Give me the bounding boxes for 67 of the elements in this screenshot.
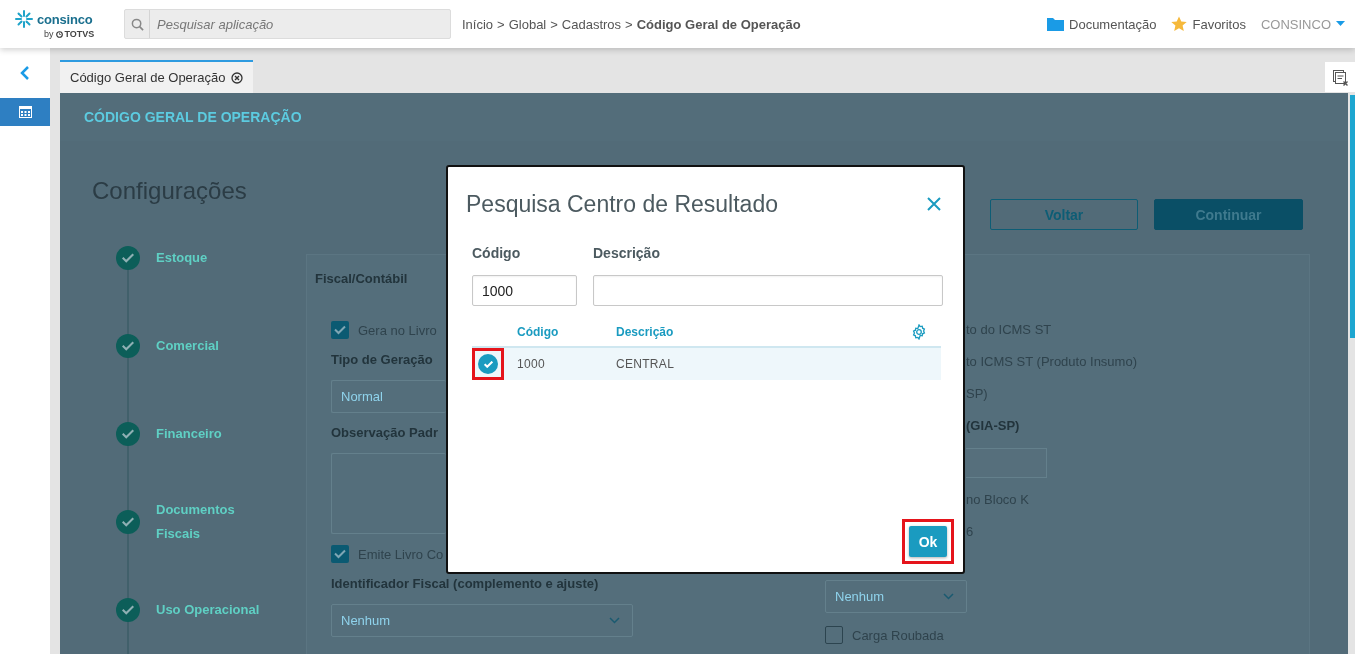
select-field[interactable]: Nenhum [331, 604, 633, 637]
documentation-link[interactable]: Documentação [1047, 16, 1157, 32]
checkbox[interactable] [331, 545, 349, 563]
scrollbar-thumb[interactable] [1350, 95, 1355, 338]
check-icon [122, 517, 134, 527]
sidebar-item[interactable] [0, 98, 50, 126]
breadcrumb-separator: > [625, 16, 633, 32]
breadcrumb-separator: > [497, 16, 505, 32]
field-label: (GIA-SP) [966, 417, 1020, 435]
breadcrumb-link[interactable]: Global [508, 16, 547, 32]
clock-icon [55, 30, 63, 38]
ok-button[interactable]: Ok [909, 526, 947, 557]
breadcrumb-current: Código Geral de Operação [636, 16, 801, 32]
close-icon[interactable] [231, 71, 244, 84]
search-field[interactable]: Pesquisar aplicação [124, 9, 451, 39]
field-label: Observação Padr [331, 424, 438, 442]
search-icon [130, 17, 144, 31]
checkbox[interactable] [825, 626, 843, 644]
step-label[interactable]: Estoque [156, 246, 266, 270]
check-icon [334, 549, 346, 559]
checkbox[interactable] [331, 321, 349, 339]
tab[interactable]: Código Geral de Operação [60, 60, 254, 93]
input-field[interactable] [966, 448, 1047, 478]
favorites-link[interactable]: Favoritos [1171, 16, 1246, 32]
stacked-pages-button[interactable] [1325, 62, 1355, 92]
caret-down-icon [1336, 21, 1345, 27]
chevron-down-icon [609, 617, 620, 624]
star-icon [1171, 16, 1188, 32]
brand-text: TOTVS [64, 29, 95, 39]
step-label[interactable]: Comercial [156, 334, 266, 358]
page-title: CÓDIGO GERAL DE OPERAÇÃO [84, 109, 302, 125]
column-header[interactable]: Código [517, 325, 559, 339]
check-icon [483, 360, 493, 368]
stacked-pages-icon [1331, 68, 1349, 86]
field-label: Tipo de Geração [331, 351, 433, 369]
breadcrumb-link[interactable]: Início [462, 16, 494, 32]
folder-icon [1047, 17, 1064, 31]
gear-icon[interactable] [911, 324, 927, 340]
byline-text: by [44, 29, 54, 39]
table-cell: 1000 [517, 357, 545, 371]
chevron-down-icon [943, 593, 954, 600]
check-icon [122, 429, 134, 439]
check-icon [122, 253, 134, 263]
user-menu[interactable]: CONSINCO [1260, 16, 1345, 32]
breadcrumb-separator: > [550, 16, 558, 32]
check-icon [334, 325, 346, 335]
chevron-left-icon[interactable] [19, 66, 31, 80]
card-title: Fiscal/Contábil [315, 271, 409, 287]
dialog-title: Pesquisa Centro de Resultado [466, 190, 778, 218]
row-checkbox[interactable] [478, 354, 498, 374]
logo-text: consinco [37, 11, 93, 27]
field-label: Descrição [593, 244, 661, 263]
input-field[interactable] [593, 275, 943, 306]
column-header[interactable]: Descrição [616, 325, 674, 339]
step-label[interactable]: Documentos Fiscais [156, 498, 266, 546]
select-field[interactable]: Nenhum [825, 580, 967, 613]
step-label[interactable]: Financeiro [156, 422, 266, 446]
check-icon [122, 341, 134, 351]
asterisk-logo-icon [14, 9, 34, 29]
field-label: Código [472, 244, 522, 263]
check-icon [122, 605, 134, 615]
step-label[interactable]: Uso Operacional [156, 598, 266, 622]
breadcrumb-link[interactable]: Cadastros [561, 16, 622, 32]
calendar-icon [18, 106, 32, 118]
input-field[interactable]: 1000 [472, 275, 577, 306]
field-label: Identificador Fiscal (complemento e ajuste) [331, 575, 599, 593]
table-cell: CENTRAL [616, 357, 675, 371]
